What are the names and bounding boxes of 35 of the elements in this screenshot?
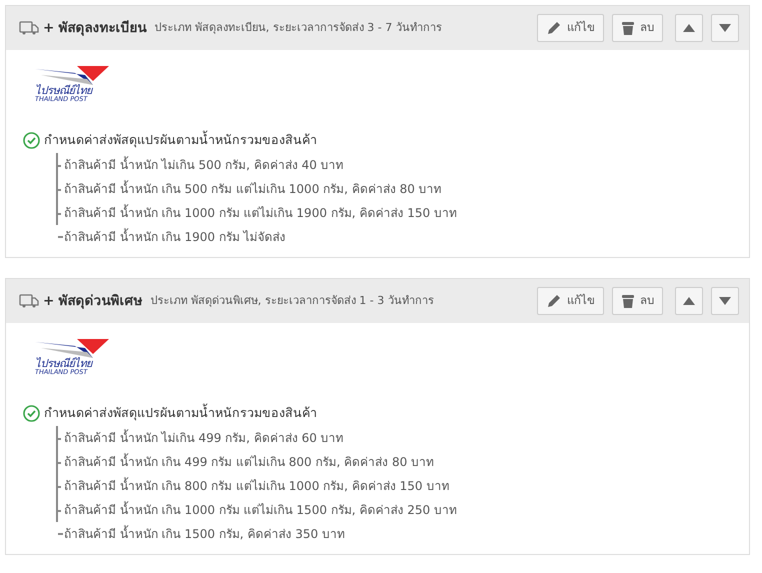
rate-rule: ถ้าสินค้ามี น้ำหนัก เกิน 800 กรัม แต่ไม่เกิน 1000 กรัม, คิดค่าส่ง 150 บาท — [58, 474, 749, 498]
move-up-button[interactable] — [675, 286, 703, 315]
trash-icon — [621, 292, 635, 309]
truck-icon — [19, 21, 39, 35]
caret-up-icon — [683, 24, 695, 32]
rate-rule: ถ้าสินค้ามี น้ำหนัก เกิน 499 กรัม แต่ไม่เกิน 800 กรัม, คิดค่าส่ง 80 บาท — [58, 450, 749, 474]
delete-button[interactable]: ลบ — [612, 14, 663, 42]
truck-icon — [19, 294, 39, 308]
caret-down-icon — [719, 296, 731, 305]
method-name: พัสดุด่วนพิเศษ — [58, 292, 142, 311]
caret-up-icon — [683, 296, 695, 305]
pencil-icon — [546, 20, 562, 36]
method-description: ประเภท พัสดุลงทะเบียน, ระยะเวลาการจัดส่ง 3 - 7 วันทำการ — [154, 20, 442, 36]
plus-sign: + — [43, 292, 54, 311]
move-up-button[interactable] — [675, 14, 703, 42]
rate-rule: ถ้าสินค้ามี น้ำหนัก ไม่เกิน 499 กรัม, คิดค่าส่ง 60 บาท — [58, 426, 749, 450]
rule-title: กำหนดค่าส่งพัสดุแปรผันตามน้ำหนักรวมของสินค้า — [44, 131, 317, 150]
move-down-button[interactable] — [711, 286, 739, 315]
delete-button[interactable]: ลบ — [612, 286, 663, 315]
rate-rule: ถ้าสินค้ามี น้ำหนัก เกิน 1000 กรัม แต่ไม่เกิน 1900 กรัม, คิดค่าส่ง 150 บาท — [58, 200, 749, 225]
rate-rule: ถ้าสินค้ามี น้ำหนัก เกิน 1000 กรัม แต่ไม่เกิน 1500 กรัม, คิดค่าส่ง 250 บาท — [58, 498, 749, 522]
plus-sign: + — [43, 18, 54, 38]
rate-rule: ถ้าสินค้ามี น้ำหนัก ไม่เกิน 500 กรัม, คิดค่าส่ง 40 บาท — [58, 152, 749, 177]
edit-button[interactable]: แก้ไข — [537, 286, 604, 315]
trash-icon — [621, 20, 635, 36]
pencil-icon — [546, 292, 562, 309]
method-name: พัสดุลงทะเบียน — [58, 18, 146, 38]
move-down-button[interactable] — [711, 14, 739, 42]
rate-rule: ถ้าสินค้ามี น้ำหนัก เกิน 1900 กรัม ไม่จัดส่ง — [56, 224, 749, 249]
caret-down-icon — [719, 24, 731, 32]
edit-button[interactable]: แก้ไข — [537, 14, 604, 42]
rate-rule: ถ้าสินค้ามี น้ำหนัก เกิน 1500 กรัม, คิดค่าส่ง 350 บาท — [56, 522, 749, 546]
method-description: ประเภท พัสดุด่วนพิเศษ, ระยะเวลาการจัดส่ง 1 - 3 วันทำการ — [150, 292, 434, 309]
rate-rule: ถ้าสินค้ามี น้ำหนัก เกิน 500 กรัม แต่ไม่เกิน 1000 กรัม, คิดค่าส่ง 80 บาท — [58, 176, 749, 201]
rule-title: กำหนดค่าส่งพัสดุแปรผันตามน้ำหนักรวมของสินค้า — [44, 404, 317, 422]
